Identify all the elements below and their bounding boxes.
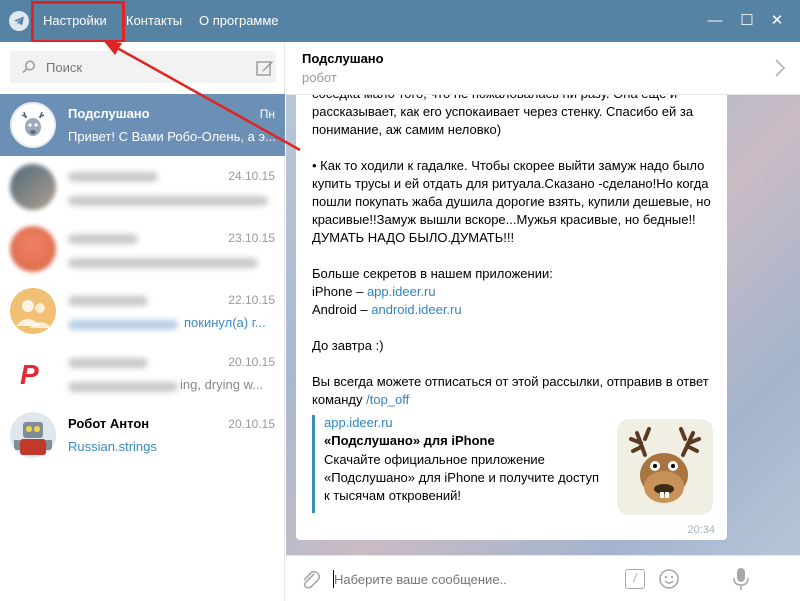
maximize-button[interactable]: ☐ — [736, 10, 758, 32]
blurred-name — [68, 358, 148, 368]
dialog-last-message: ing, drying w... — [180, 377, 264, 392]
close-button[interactable]: ✕ — [766, 10, 788, 32]
avatar — [10, 226, 56, 272]
chat-history[interactable]: соседка мало того, что не пожаловалась н… — [286, 95, 800, 555]
peer-name[interactable]: Подслушано — [302, 51, 384, 66]
blurred-message — [68, 382, 178, 392]
chat-header[interactable]: Подслушано робот — [286, 42, 800, 95]
blurred-message — [68, 196, 268, 206]
link-preview[interactable]: app.ideer.ru «Подслушано» для iPhone Ска… — [312, 415, 714, 515]
preview-title: «Подслушано» для iPhone — [324, 433, 495, 448]
message-bubble[interactable]: соседка мало того, что не пожаловалась н… — [296, 95, 727, 540]
new-message-icon[interactable] — [256, 59, 274, 77]
peer-status: робот — [302, 70, 337, 85]
svg-text:P: P — [20, 359, 39, 390]
avatar — [10, 164, 56, 210]
menu-contacts[interactable]: Контакты — [126, 13, 182, 28]
minimize-button[interactable]: — — [704, 10, 726, 32]
paperclip-icon[interactable] — [300, 568, 320, 590]
blurred-name — [68, 234, 138, 244]
search-icon — [22, 60, 35, 74]
blurred-message — [68, 258, 258, 268]
dialog-time: 22.10.15 — [228, 293, 275, 307]
search-input[interactable] — [46, 51, 236, 83]
bot-command-icon[interactable]: / — [625, 569, 645, 589]
dialog-last-message: покинул(а) г... — [184, 315, 266, 330]
avatar — [10, 102, 56, 148]
avatar — [10, 288, 56, 334]
dialog-time: 23.10.15 — [228, 231, 275, 245]
preview-description: Скачайте официальное приложение «Подслуш… — [324, 452, 600, 503]
dialog-time: 20.10.15 — [228, 417, 275, 431]
dialog-item[interactable]: 24.10.15 — [0, 156, 285, 218]
dialog-item[interactable]: Подслушано Пн Привет! С Вами Робо-Олень,… — [0, 94, 285, 156]
dialog-time: Пн — [259, 107, 275, 121]
message-input[interactable] — [334, 564, 614, 594]
message-text: соседка мало того, что не пожаловалась н… — [312, 95, 711, 407]
settings-highlight-annotation — [31, 1, 125, 43]
blurred-name — [68, 172, 158, 182]
telegram-logo-icon[interactable] — [9, 11, 29, 31]
android-link[interactable]: android.ideer.ru — [371, 302, 461, 317]
dialog-time: 20.10.15 — [228, 355, 275, 369]
dialogs-sidebar: Подслушано Пн Привет! С Вами Робо-Олень,… — [0, 42, 285, 601]
avatar: P — [10, 350, 56, 396]
dialog-time: 24.10.15 — [228, 169, 275, 183]
blurred-name — [68, 296, 148, 306]
compose-bar: / — [286, 555, 800, 601]
iphone-link[interactable]: app.ideer.ru — [367, 284, 436, 299]
chevron-right-icon[interactable] — [774, 58, 786, 78]
menu-about[interactable]: О программе — [199, 13, 279, 28]
dialog-item[interactable]: 23.10.15 — [0, 218, 285, 280]
dialog-name: Робот Антон — [68, 416, 150, 431]
moose-app-icon — [617, 419, 713, 515]
avatar — [10, 412, 56, 458]
dialog-last-message: Привет! С Вами Робо-Олень, а э... — [68, 129, 276, 144]
dialog-name: Подслушано — [68, 106, 150, 121]
microphone-icon[interactable] — [732, 567, 750, 591]
dialog-item[interactable]: Робот Антон 20.10.15 Russian.strings — [0, 404, 285, 466]
dialog-item[interactable]: P 20.10.15 ing, drying w... — [0, 342, 285, 404]
command-link[interactable]: /top_off — [366, 392, 409, 407]
preview-site[interactable]: app.ideer.ru — [324, 415, 393, 430]
search-box[interactable] — [10, 51, 276, 83]
emoji-icon[interactable] — [658, 568, 680, 590]
blurred-message — [68, 320, 178, 330]
message-time: 20:34 — [687, 524, 715, 536]
dialog-item[interactable]: 22.10.15 покинул(а) г... — [0, 280, 285, 342]
dialog-last-message: Russian.strings — [68, 439, 157, 454]
